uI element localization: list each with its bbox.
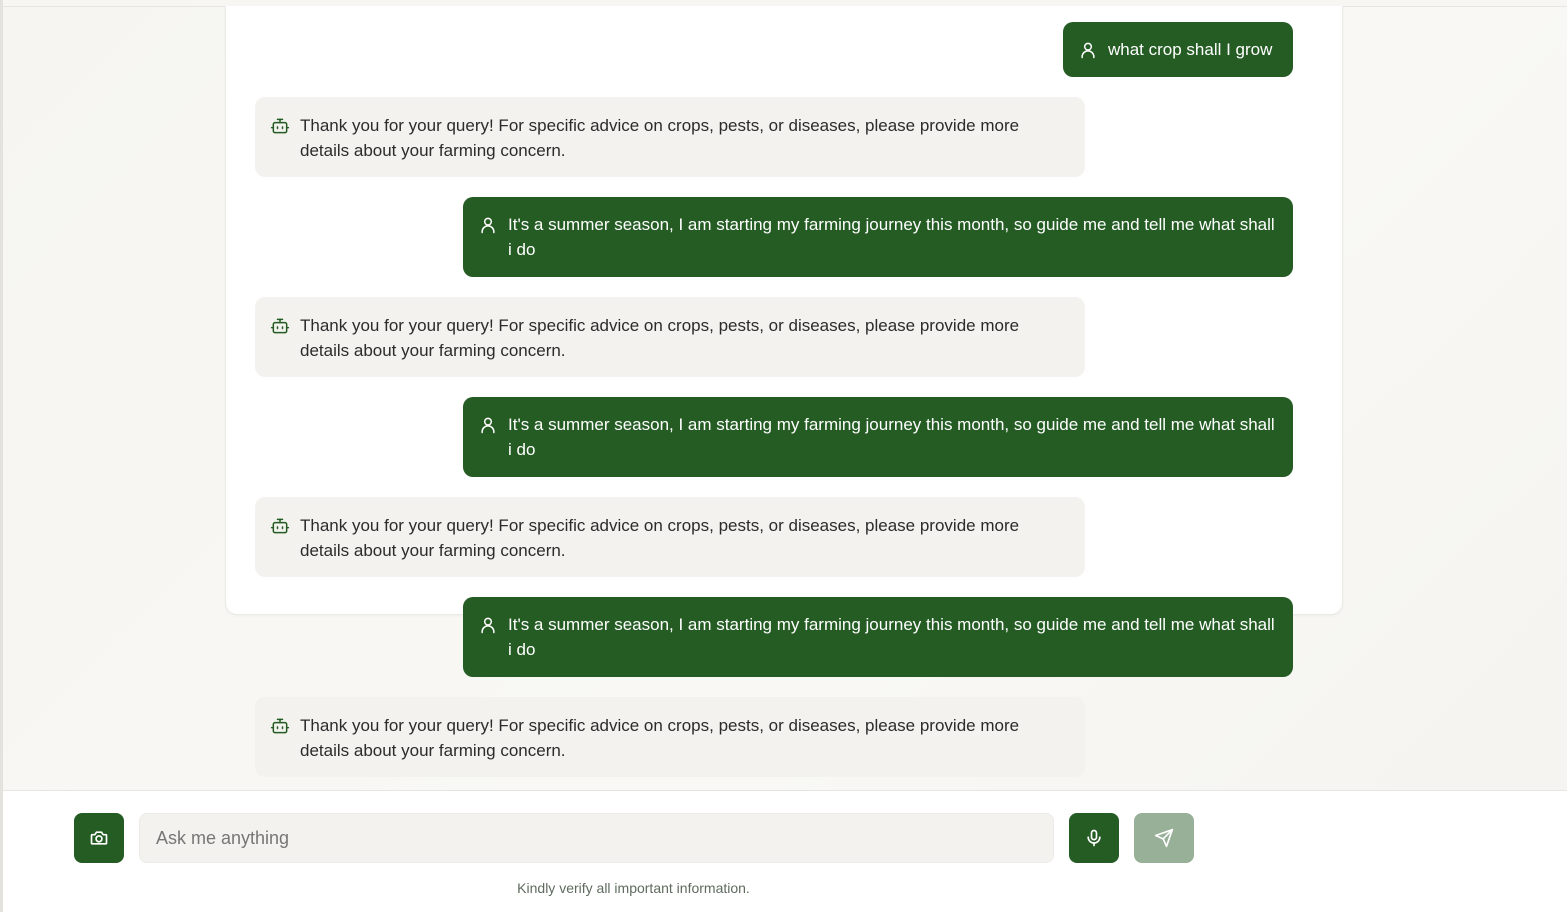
- message-text: It's a summer season, I am starting my f…: [508, 615, 1275, 659]
- message-text: Thank you for your query! For specific a…: [300, 316, 1020, 360]
- user-icon: [481, 617, 495, 634]
- chat-input[interactable]: [139, 813, 1054, 863]
- user-message: It's a summer season, I am starting my f…: [463, 397, 1293, 477]
- bot-message: Thank you for your query! For specific a…: [255, 297, 1085, 377]
- user-message: It's a summer season, I am starting my f…: [463, 597, 1293, 677]
- message-text: It's a summer season, I am starting my f…: [508, 415, 1275, 459]
- message-text: Thank you for your query! For specific a…: [300, 716, 1020, 760]
- microphone-icon: [1087, 829, 1101, 847]
- bot-icon: [270, 318, 290, 334]
- message-text: It's a summer season, I am starting my f…: [508, 215, 1275, 259]
- microphone-button[interactable]: [1069, 813, 1119, 863]
- disclaimer-text: Kindly verify all important information.: [517, 880, 750, 896]
- message-text: what crop shall I grow: [1108, 40, 1273, 59]
- user-icon: [481, 217, 495, 234]
- send-icon: [1154, 828, 1174, 848]
- chat-app: what crop shall I grow Thank you for you…: [0, 0, 1567, 912]
- bot-icon: [270, 518, 290, 534]
- camera-button[interactable]: [74, 813, 124, 863]
- user-message: It's a summer season, I am starting my f…: [463, 197, 1293, 277]
- bot-icon: [270, 118, 290, 134]
- camera-icon: [90, 831, 108, 845]
- message-text: Thank you for your query! For specific a…: [300, 116, 1020, 160]
- bot-message: Thank you for your query! For specific a…: [255, 697, 1085, 777]
- bot-message: Thank you for your query! For specific a…: [255, 97, 1085, 177]
- composer-bar: Kindly verify all important information.: [3, 790, 1567, 912]
- send-button[interactable]: [1134, 813, 1194, 863]
- user-icon: [481, 417, 495, 434]
- user-message: what crop shall I grow: [1063, 22, 1293, 77]
- bot-message: Thank you for your query! For specific a…: [255, 497, 1085, 577]
- bot-icon: [270, 718, 290, 734]
- message-text: Thank you for your query! For specific a…: [300, 516, 1020, 560]
- user-icon: [1081, 42, 1095, 59]
